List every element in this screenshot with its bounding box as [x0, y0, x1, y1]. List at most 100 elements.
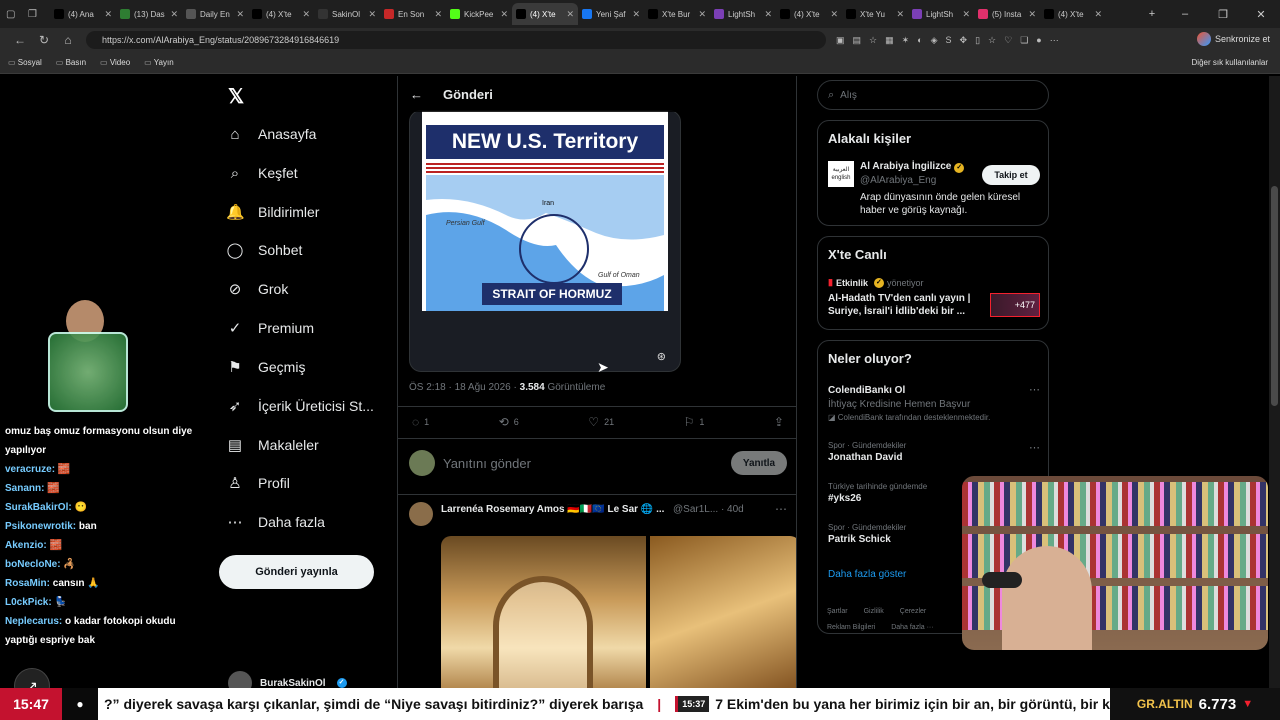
grok-image-icon[interactable]: ⊛ — [657, 350, 666, 363]
url-input[interactable]: https://x.com/AlArabiya_Eng/status/20896… — [86, 31, 826, 49]
nav-item-grok[interactable]: ⊘ Grok — [226, 277, 289, 301]
browser-tab[interactable]: (4) X'te ✕ — [248, 3, 314, 25]
nav-item-premium[interactable]: ✓ Premium — [226, 316, 314, 340]
footer-link[interactable]: Reklam Bilgileri — [827, 624, 875, 631]
add-tab-icon[interactable]: + — [1138, 8, 1166, 20]
reply-button[interactable]: ◌ 1 — [412, 415, 429, 429]
browser-tab[interactable]: (5) Insta ✕ — [974, 3, 1040, 25]
browser-tab[interactable]: (13) Das ✕ — [116, 3, 182, 25]
restore-icon[interactable]: ❐ — [1204, 8, 1242, 21]
collections-icon[interactable]: ❏ — [1020, 35, 1028, 46]
extension-icon[interactable]: S — [946, 35, 952, 46]
follow-button[interactable]: Takip et — [982, 165, 1040, 185]
browser-tab[interactable]: (4) X'te ✕ — [1040, 3, 1106, 25]
tab-close-icon[interactable]: ✕ — [368, 9, 376, 20]
minimize-icon[interactable]: – — [1166, 8, 1204, 20]
footer-link[interactable]: Daha fazla ··· — [891, 624, 933, 631]
bookmark-folder[interactable]: Yayın — [144, 58, 174, 67]
tab-close-icon[interactable]: ✕ — [170, 9, 178, 20]
home-icon[interactable]: ⌂ — [56, 33, 80, 47]
bookmark-folder[interactable]: Basın — [56, 58, 86, 67]
reply-input[interactable]: Yanıtını gönder — [443, 456, 731, 471]
nav-item-notifications[interactable]: 🔔 Bildirimler — [226, 200, 319, 224]
browser-tab[interactable]: En Son ✕ — [380, 3, 446, 25]
nav-item-chat[interactable]: ◯ Sohbet — [226, 238, 303, 262]
heart-icon[interactable]: ♡ — [1004, 35, 1012, 46]
tab-close-icon[interactable]: ✕ — [566, 9, 574, 20]
page-scrollbar[interactable] — [1269, 76, 1280, 688]
nav-item-creator-studio[interactable]: ➶ İçerik Üreticisi St... — [226, 394, 374, 418]
browser-tab[interactable]: (4) X'te ✕ — [776, 3, 842, 25]
favorites-icon[interactable]: ☆ — [988, 35, 996, 46]
avatar[interactable] — [409, 502, 433, 526]
extension-icon[interactable]: ▦ — [885, 35, 894, 46]
back-icon[interactable]: ← — [8, 33, 32, 47]
browser-tab[interactable]: (4) Ana ✕ — [50, 3, 116, 25]
more-icon[interactable]: ⋯ — [1029, 383, 1040, 396]
post-image[interactable] — [441, 536, 646, 688]
trend-item[interactable]: Spor · Gündemdekiler Jonathan David ⋯ — [828, 441, 1040, 463]
nav-item-profile[interactable]: ♙ Profil — [226, 471, 290, 495]
reply-submit-button[interactable]: Yanıtla — [731, 451, 787, 475]
workspaces-icon[interactable]: ❐ — [28, 9, 50, 20]
nav-item-bookmarks[interactable]: ⚑ Geçmiş — [226, 355, 305, 379]
more-icon[interactable]: ⋯ — [775, 502, 787, 516]
tab-close-icon[interactable]: ✕ — [1094, 9, 1102, 20]
post-media[interactable]: NEW U.S. Territory Iran Persian Gulf Gul… — [409, 110, 681, 372]
footer-link[interactable]: Şartlar — [827, 608, 848, 615]
browser-tab[interactable]: X'te Yu ✕ — [842, 3, 908, 25]
extension-icon[interactable]: ◈ — [931, 35, 938, 46]
star-icon[interactable]: ☆ — [869, 35, 877, 46]
browser-tab[interactable]: (4) X'te ✕ — [512, 3, 578, 25]
close-icon[interactable]: ✕ — [1242, 8, 1280, 21]
browser-tab[interactable]: Daily En ✕ — [182, 3, 248, 25]
other-bookmarks[interactable]: Diğer sık kullanılanlar — [1192, 58, 1268, 67]
nav-item-home[interactable]: ⌂ Anasayfa — [226, 122, 316, 146]
tab-close-icon[interactable]: ✕ — [1028, 9, 1036, 20]
extension-icon[interactable]: ◐ — [917, 35, 922, 46]
menu-icon[interactable]: ⋯ — [1050, 35, 1059, 46]
like-button[interactable]: ♡ 21 — [588, 415, 614, 429]
screen-icon[interactable]: ▣ — [836, 35, 845, 46]
trend-item[interactable]: ColendiBankı Ol İhtiyaç Kredisine Hemen … — [828, 383, 1040, 422]
browser-tab[interactable]: SakinOl ✕ — [314, 3, 380, 25]
sync-button[interactable]: Senkronize et — [1196, 32, 1270, 46]
extension-icon[interactable]: ✶ — [902, 35, 910, 46]
tab-close-icon[interactable]: ✕ — [962, 9, 970, 20]
browser-tab[interactable]: Yeni Şaf ✕ — [578, 3, 644, 25]
nav-item-articles[interactable]: ▤ Makaleler — [226, 433, 319, 457]
bookmark-folder[interactable]: Sosyal — [8, 58, 42, 67]
post-time[interactable]: ÖS 2:18 · 18 Ağu 2026 · — [409, 382, 517, 393]
tab-close-icon[interactable]: ✕ — [896, 9, 904, 20]
author-name[interactable]: Larrenéa Rosemary Amos 🇩🇪🇮🇹🇪🇺 Le Sar 🌐 .… — [441, 504, 664, 515]
bookmark-folder[interactable]: Video — [100, 58, 130, 67]
tab-close-icon[interactable]: ✕ — [302, 9, 310, 20]
reader-icon[interactable]: ▤ — [853, 35, 862, 46]
live-thumbnail[interactable]: +477 — [990, 293, 1040, 317]
nav-item-more[interactable]: ⋯ Daha fazla — [226, 510, 325, 534]
browser-tab[interactable]: LightSh ✕ — [908, 3, 974, 25]
browser-tab[interactable]: KickPee ✕ — [446, 3, 512, 25]
x-logo-icon[interactable]: 𝕏 — [228, 84, 244, 109]
tab-close-icon[interactable]: ✕ — [236, 9, 244, 20]
post-image[interactable] — [650, 536, 796, 688]
nav-item-explore[interactable]: ⌕ Keşfet — [226, 161, 298, 185]
footer-link[interactable]: Çerezler — [900, 608, 926, 615]
person-name[interactable]: Al Arabiya İngilizce ✓ — [860, 161, 965, 173]
footer-link[interactable]: Gizlilik — [864, 608, 884, 615]
tab-close-icon[interactable]: ✕ — [434, 9, 442, 20]
back-arrow-icon[interactable]: ← — [410, 87, 423, 102]
puzzle-icon[interactable]: ✥ — [960, 35, 968, 46]
tab-actions-icon[interactable]: ▢ — [6, 9, 28, 20]
tab-close-icon[interactable]: ✕ — [500, 9, 508, 20]
live-item[interactable]: ▮ Etkinlik ✓ yönetiyor Al-Hadath TV'den can… — [828, 277, 1040, 318]
tab-close-icon[interactable]: ✕ — [698, 9, 706, 20]
reload-icon[interactable]: ↻ — [32, 33, 56, 47]
split-icon[interactable]: ▯ — [975, 35, 980, 46]
repost-button[interactable]: ⟲ 6 — [499, 415, 519, 429]
tab-close-icon[interactable]: ✕ — [632, 9, 640, 20]
search-input[interactable]: ⌕ Alış — [817, 80, 1049, 110]
post-button[interactable]: Gönderi yayınla — [219, 555, 374, 589]
scrollbar-thumb[interactable] — [1271, 186, 1278, 406]
tab-close-icon[interactable]: ✕ — [764, 9, 772, 20]
